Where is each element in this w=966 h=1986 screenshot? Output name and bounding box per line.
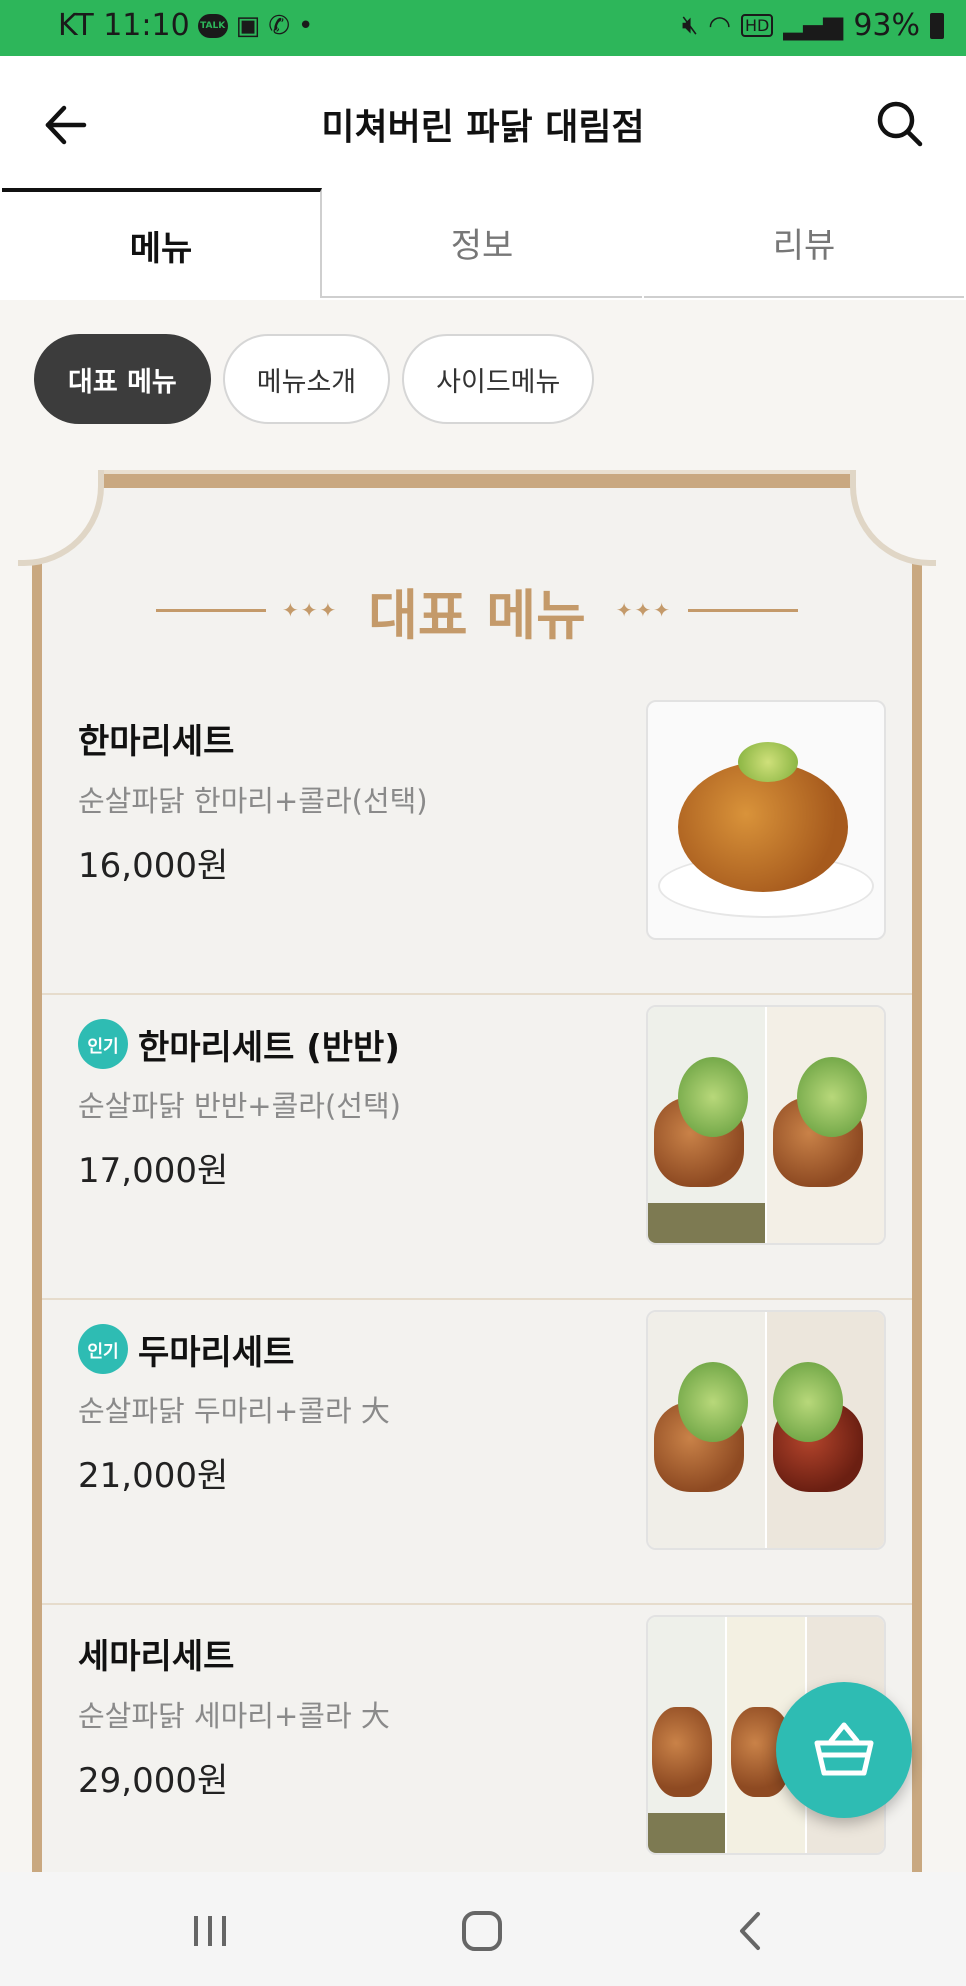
page-title: 미쳐버린 파닭 대림점 (321, 107, 645, 148)
panel-top-border (98, 470, 856, 488)
photo-half (767, 1312, 884, 1548)
item-name: 한마리세트 (반반) (138, 1027, 400, 1068)
green-onion (678, 1057, 748, 1137)
green-onion (738, 742, 798, 782)
item-price: 21,000원 (78, 1456, 229, 1496)
item-photo (646, 700, 886, 940)
item-price: 29,000원 (78, 1761, 229, 1801)
hd-icon: HD (740, 14, 774, 37)
heading-line-right (688, 608, 799, 612)
status-right: 🔇︎ ◠ HD ▂▄▆ 93% (682, 8, 944, 43)
heading-deco-right: ✦✦✦ (615, 598, 673, 622)
popular-badge: 인기 (78, 1324, 128, 1374)
item-name-row: 한마리세트 (78, 714, 234, 763)
battery-icon (930, 12, 944, 39)
item-price: 17,000원 (78, 1151, 229, 1191)
home-button[interactable] (452, 1906, 512, 1956)
search-icon (877, 101, 923, 147)
cloth (648, 1203, 765, 1243)
back-icon (740, 1912, 760, 1950)
notification-dot: • (298, 10, 314, 41)
app-header: 미쳐버린 파닭 대림점 (0, 56, 966, 188)
photo-half (648, 1007, 767, 1243)
chip-signature-menu[interactable]: 대표 메뉴 (34, 334, 211, 424)
item-name-row: 세마리세트 (78, 1629, 234, 1678)
talk-icon: TALK (197, 13, 228, 38)
chip-side-menu[interactable]: 사이드메뉴 (402, 334, 595, 424)
green-onion (773, 1362, 843, 1442)
battery-percent: 93% (853, 8, 920, 43)
search-button[interactable] (874, 98, 926, 150)
item-description: 순살파닭 두마리+콜라 大 (78, 1394, 390, 1428)
item-name: 두마리세트 (138, 1332, 295, 1373)
popular-badge: 인기 (78, 1019, 128, 1069)
menu-content[interactable]: 대표 메뉴 메뉴소개 사이드메뉴 ✦✦✦ 대표 메뉴 ✦✦✦ 한마리세트 순살파… (0, 300, 966, 1872)
wifi-icon: ◠ (708, 10, 731, 41)
basket-icon (814, 1722, 874, 1776)
item-photo (646, 1310, 886, 1550)
item-description: 순살파닭 세마리+콜라 大 (78, 1699, 390, 1733)
photo-half (648, 1312, 767, 1548)
tab-bar: 메뉴 정보 리뷰 (0, 188, 966, 300)
chicken (652, 1707, 712, 1797)
item-name-row: 인기 한마리세트 (반반) (78, 1019, 400, 1069)
photo-third (648, 1617, 728, 1853)
green-onion (797, 1057, 867, 1137)
menu-item[interactable]: 인기 두마리세트 순살파닭 두마리+콜라 大 21,000원 (42, 1300, 912, 1605)
status-left: KT 11:10 TALK ▣ ✆ • (58, 8, 313, 43)
tab-reviews[interactable]: 리뷰 (644, 188, 964, 298)
item-description: 순살파닭 반반+콜라(선택) (78, 1089, 401, 1123)
category-chips: 대표 메뉴 메뉴소개 사이드메뉴 (34, 334, 595, 424)
signal-icon: ▂▄▆ (783, 10, 844, 41)
item-description: 순살파닭 한마리+콜라(선택) (78, 784, 428, 818)
phone-icon: ✆ (268, 10, 291, 41)
recent-apps-button[interactable] (180, 1906, 240, 1956)
image-icon: ▣ (235, 10, 261, 41)
carrier-time: KT 11:10 (58, 8, 190, 43)
section-heading: ✦✦✦ 대표 메뉴 ✦✦✦ (18, 570, 936, 650)
status-bar: KT 11:10 TALK ▣ ✆ • 🔇︎ ◠ HD ▂▄▆ 93% (0, 0, 966, 56)
item-name-row: 인기 두마리세트 (78, 1324, 294, 1374)
item-name: 한마리세트 (78, 722, 235, 762)
photo-boneless-chicken (648, 702, 884, 938)
menu-item[interactable]: 인기 한마리세트 (반반) 순살파닭 반반+콜라(선택) 17,000원 (42, 995, 912, 1300)
nav-back-button[interactable] (722, 1906, 782, 1956)
cloth (648, 1813, 726, 1853)
tab-menu[interactable]: 메뉴 (2, 188, 322, 298)
home-icon (462, 1911, 502, 1951)
system-nav-bar (0, 1872, 966, 1986)
recent-apps-icon (194, 1916, 226, 1946)
heading-line-left (155, 608, 266, 612)
heading-deco-left: ✦✦✦ (281, 598, 339, 622)
mute-icon: 🔇︎ (681, 10, 699, 40)
menu-panel: ✦✦✦ 대표 메뉴 ✦✦✦ 한마리세트 순살파닭 한마리+콜라(선택) 16,0… (18, 470, 936, 1872)
section-title: 대표 메뉴 (368, 583, 586, 647)
item-price: 16,000원 (78, 846, 229, 886)
green-onion (678, 1362, 748, 1442)
item-name: 세마리세트 (78, 1637, 235, 1677)
tab-info[interactable]: 정보 (322, 188, 642, 298)
chip-menu-intro[interactable]: 메뉴소개 (222, 334, 391, 424)
cart-button[interactable] (776, 1682, 912, 1818)
photo-half (767, 1007, 884, 1243)
item-photo (646, 1005, 886, 1245)
menu-item[interactable]: 한마리세트 순살파닭 한마리+콜라(선택) 16,000원 (42, 690, 912, 995)
